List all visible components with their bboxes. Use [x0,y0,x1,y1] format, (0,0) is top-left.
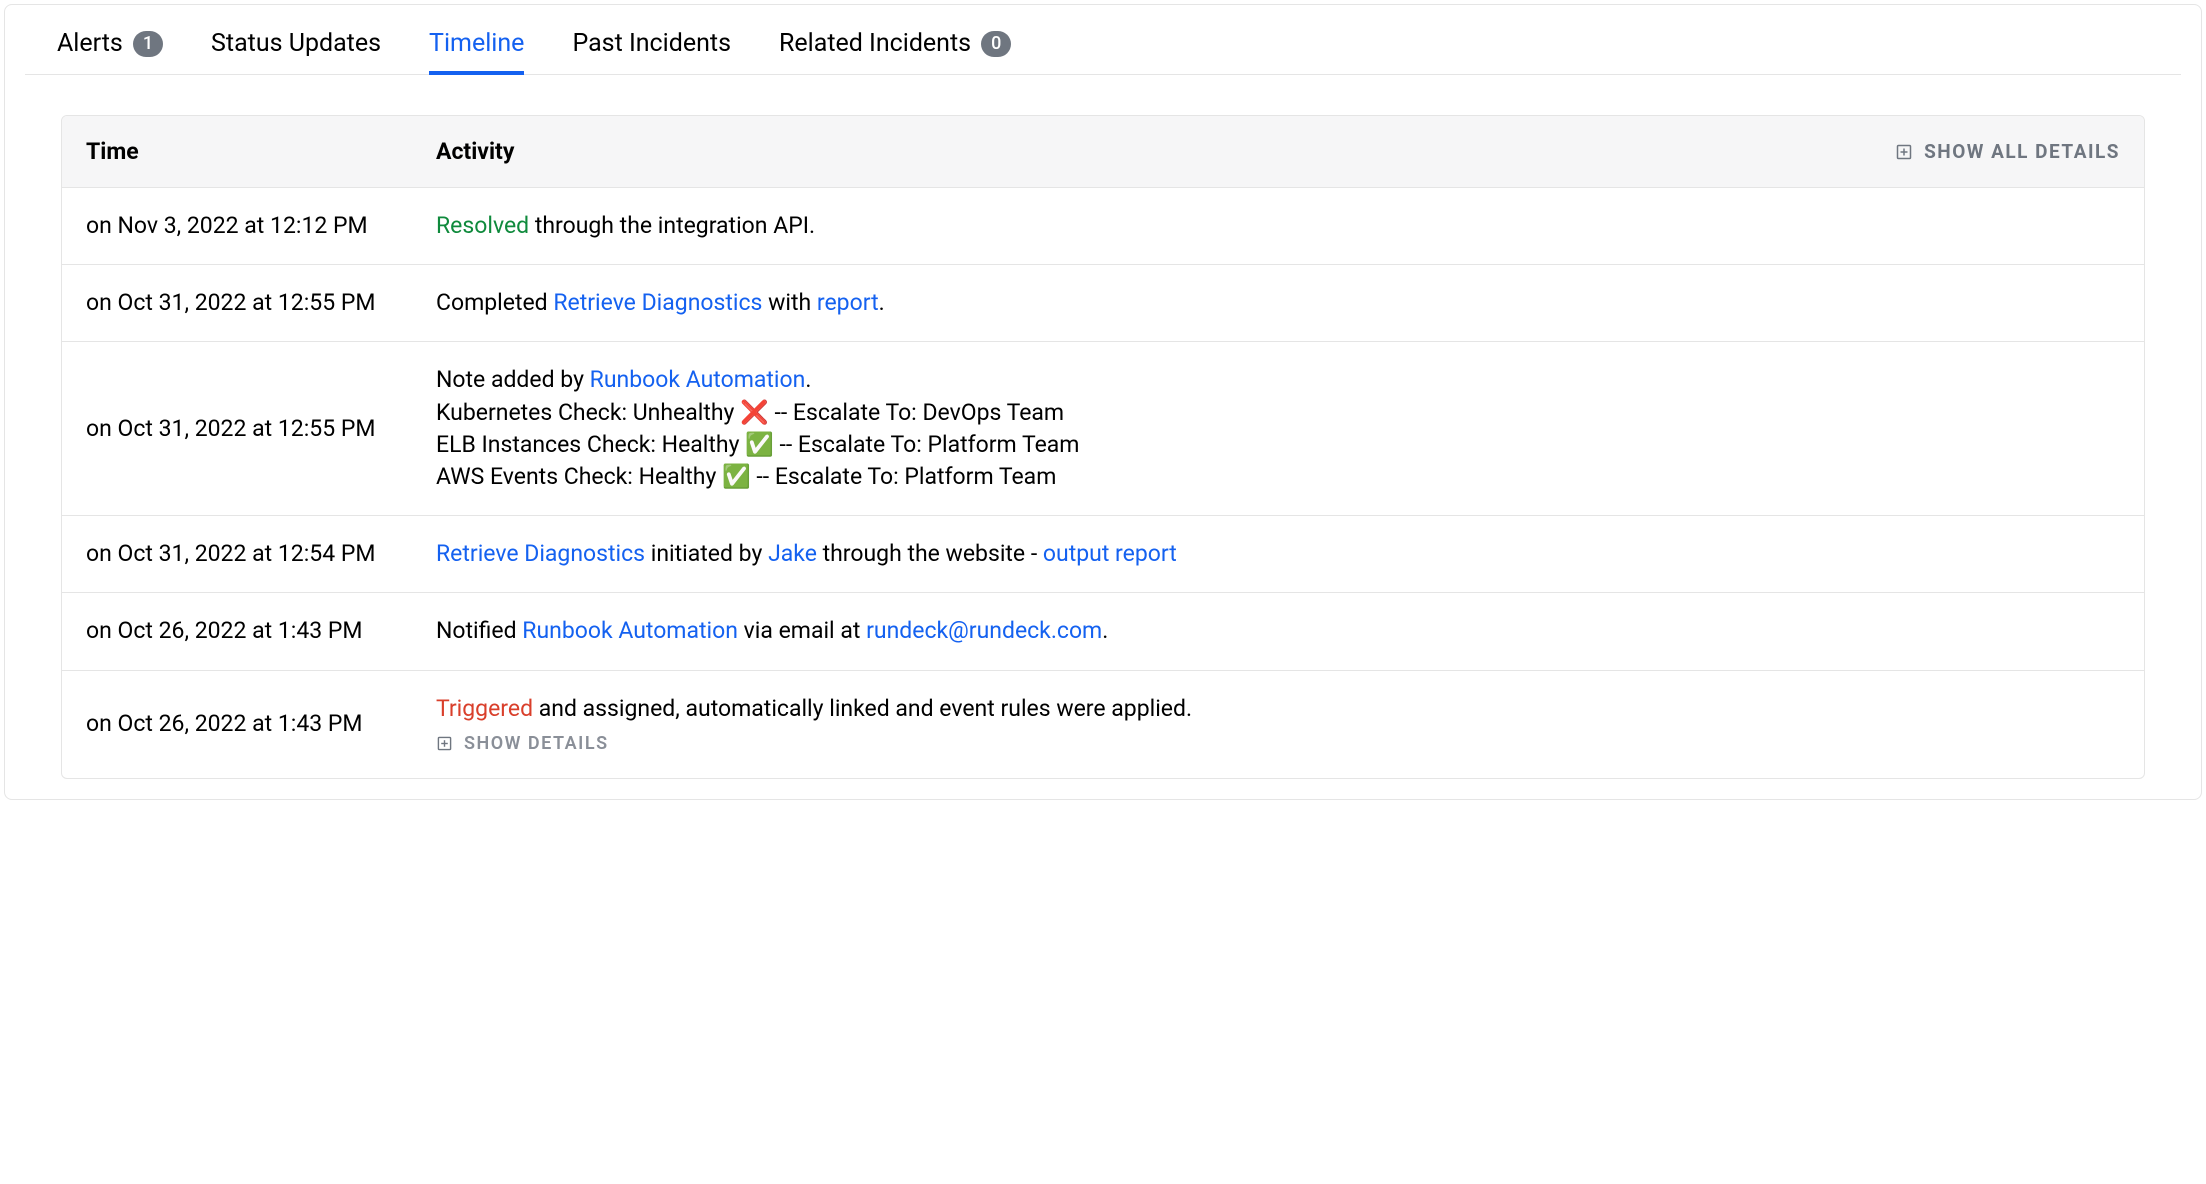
activity-text: Retrieve Diagnostics initiated by Jake t… [436,538,2120,570]
activity-segment: with [762,289,816,316]
activity-segment: initiated by [645,540,768,567]
row-time: on Oct 31, 2022 at 12:55 PM [86,364,436,493]
row-activity: Retrieve Diagnostics initiated by Jake t… [436,538,2120,570]
activity-link[interactable]: Runbook Automation [590,366,806,393]
row-time: on Oct 26, 2022 at 1:43 PM [86,693,436,756]
activity-segment: Completed [436,289,553,316]
row-time: on Oct 31, 2022 at 12:54 PM [86,538,436,570]
activity-text: Triggered and assigned, automatically li… [436,693,2120,725]
show-all-details-label: SHOW ALL DETAILS [1924,140,2120,163]
incident-panel: Alerts 1 Status Updates Timeline Past Incide… [4,4,2202,800]
tab-past-incidents[interactable]: Past Incidents [572,29,731,74]
tab-status-updates[interactable]: Status Updates [211,29,381,74]
table-row: on Nov 3, 2022 at 12:12 PMResolved throu… [62,188,2144,265]
row-activity: Completed Retrieve Diagnostics with repo… [436,287,2120,319]
show-details-button[interactable]: SHOW DETAILS [436,731,2120,756]
expand-icon [436,735,452,751]
activity-segment: . [879,289,885,316]
row-activity: Resolved through the integration API. [436,210,2120,242]
activity-link[interactable]: Jake [768,540,817,567]
activity-segment: via email at [738,617,866,644]
activity-segment: through the website - [817,540,1043,567]
tab-label: Related Incidents [779,29,971,58]
activity-segment: through the integration API. [529,212,815,239]
tab-timeline[interactable]: Timeline [429,29,524,74]
tab-label: Timeline [429,29,524,58]
activity-text: Resolved through the integration API. [436,210,2120,242]
activity-link[interactable]: Retrieve Diagnostics [436,540,645,567]
row-time: on Oct 31, 2022 at 12:55 PM [86,287,436,319]
activity-link[interactable]: Runbook Automation [522,617,738,644]
header-time: Time [86,138,436,165]
table-header: Time Activity SHOW ALL DETAILS [62,116,2144,188]
expand-icon [1896,144,1912,160]
activity-link[interactable]: output report [1043,540,1177,567]
activity-segment: . [1102,617,1108,644]
row-time: on Oct 26, 2022 at 1:43 PM [86,615,436,647]
table-row: on Oct 26, 2022 at 1:43 PMNotified Runbo… [62,593,2144,670]
activity-text: Notified Runbook Automation via email at… [436,615,2120,647]
tab-alerts[interactable]: Alerts 1 [57,29,163,74]
row-activity: Triggered and assigned, automatically li… [436,693,2120,756]
activity-status: Triggered [436,695,533,722]
tab-label: Status Updates [211,29,381,58]
table-row: on Oct 26, 2022 at 1:43 PMTriggered and … [62,671,2144,778]
row-activity: Notified Runbook Automation via email at… [436,615,2120,647]
activity-link[interactable]: report [817,289,879,316]
tab-badge: 1 [133,31,163,57]
tab-bar: Alerts 1 Status Updates Timeline Past Incide… [25,5,2181,75]
activity-text: Note added by Runbook Automation. Kubern… [436,364,2120,493]
row-activity: Note added by Runbook Automation. Kubern… [436,364,2120,493]
row-time: on Nov 3, 2022 at 12:12 PM [86,210,436,242]
tab-badge: 0 [981,31,1011,57]
activity-status: Resolved [436,212,529,239]
table-row: on Oct 31, 2022 at 12:54 PMRetrieve Diag… [62,516,2144,593]
activity-link[interactable]: Retrieve Diagnostics [553,289,762,316]
activity-segment: Notified [436,617,522,644]
activity-link[interactable]: rundeck@rundeck.com [866,617,1102,644]
tab-label: Past Incidents [572,29,731,58]
show-all-details-button[interactable]: SHOW ALL DETAILS [1896,140,2120,163]
tab-related-incidents[interactable]: Related Incidents 0 [779,29,1011,74]
activity-segment: and assigned, automatically linked and e… [533,695,1192,722]
timeline-table: Time Activity SHOW ALL DETAILS on Nov 3,… [61,115,2145,779]
table-row: on Oct 31, 2022 at 12:55 PMCompleted Ret… [62,265,2144,342]
tab-label: Alerts [57,29,123,58]
activity-segment: Note added by [436,366,590,393]
activity-text: Completed Retrieve Diagnostics with repo… [436,287,2120,319]
header-activity: Activity [436,138,1896,165]
show-details-label: SHOW DETAILS [464,731,609,756]
table-row: on Oct 31, 2022 at 12:55 PMNote added by… [62,342,2144,516]
